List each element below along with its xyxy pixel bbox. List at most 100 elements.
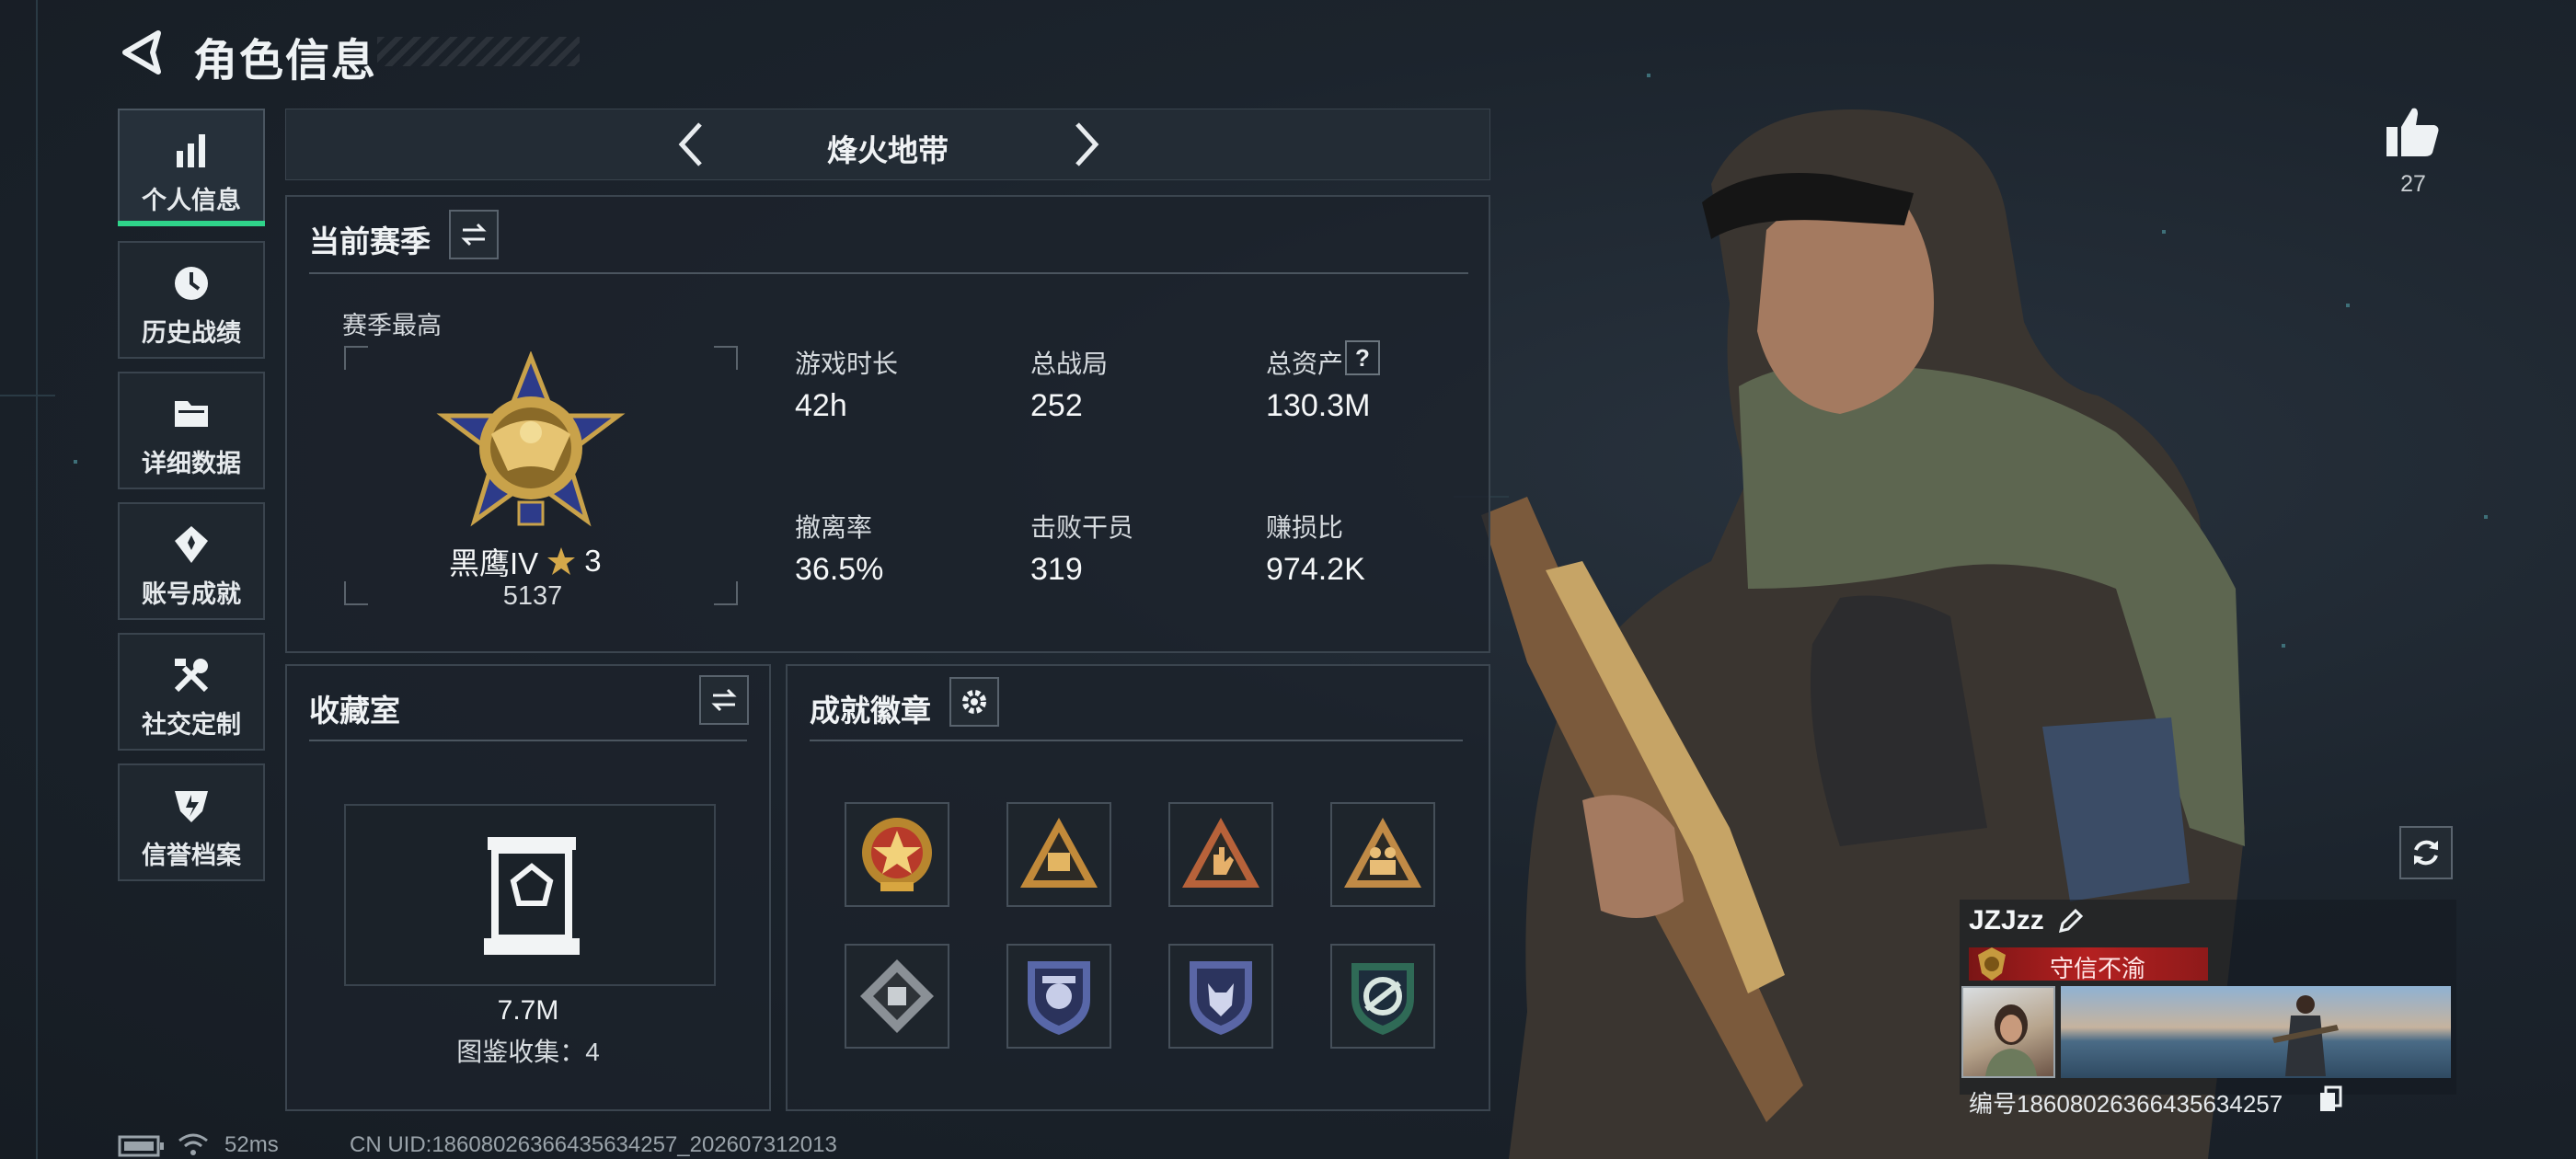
battery-icon [118, 1135, 164, 1157]
sidebar-item-social[interactable]: 社交定制 [118, 633, 265, 751]
card-figure [2272, 995, 2339, 1076]
achievement-icon [175, 526, 208, 563]
season-panel-title: 当前赛季 [309, 224, 431, 258]
stat-label: 总资产 [1266, 350, 1344, 378]
folder-icon [175, 401, 208, 427]
season-panel: 当前赛季 赛季最高 黑鹰IV 3 5137 游戏时长 42h 总战局 252 总… [285, 195, 1490, 653]
next-mode-arrow-icon[interactable] [1059, 119, 1110, 170]
sidebar-item-detailed-data[interactable]: 详细数据 [118, 372, 265, 489]
avatar-portrait [1985, 1004, 2037, 1076]
badge-star-medal[interactable] [845, 802, 949, 907]
star-medal-icon [862, 818, 932, 891]
triangle-58-icon [1020, 818, 1098, 888]
title-decoration [377, 37, 580, 66]
thumbs-up-icon[interactable] [2383, 103, 2442, 162]
stat-value: 252 [1030, 388, 1083, 423]
frame-corner [714, 346, 738, 370]
mode-selector: 烽火地带 [285, 109, 1490, 180]
sidebar-item-label: 个人信息 [142, 187, 241, 214]
divider [810, 740, 1463, 741]
stat-value: 319 [1030, 552, 1083, 587]
swap-icon [461, 223, 487, 247]
stat-value: 42h [795, 388, 847, 423]
frame-corner [714, 581, 738, 605]
collection-value: 7.7M [497, 995, 559, 1026]
wifi-icon [178, 1133, 208, 1155]
stat-label: 撤离率 [795, 513, 873, 542]
stat-value: 130.3M [1266, 388, 1371, 423]
star-icon [547, 547, 576, 575]
bar-chart-icon [177, 134, 205, 167]
police-shield-icon [1028, 961, 1090, 1035]
refresh-button[interactable] [2399, 826, 2453, 879]
badge-triangle-58[interactable] [1006, 802, 1111, 907]
season-best-label: 赛季最高 [342, 312, 442, 339]
collection-switch-button[interactable] [699, 675, 749, 725]
achievements-panel: 成就徽章 [786, 664, 1490, 1111]
like-count: 27 [2400, 171, 2426, 197]
rank-points: 5137 [502, 581, 563, 611]
badge-circle-arrow-shield[interactable] [1330, 944, 1435, 1049]
card-background-image[interactable] [2061, 986, 2451, 1078]
uid-text: CN UID:18608026366435634257_202607312013 [350, 1132, 837, 1157]
mode-title: 烽火地带 [827, 133, 949, 167]
diamond-badge-icon [860, 959, 934, 1033]
badge-wolf-shield[interactable] [1168, 944, 1273, 1049]
sidebar-item-label: 社交定制 [142, 711, 241, 739]
sidebar-item-reputation[interactable]: 信誉档案 [118, 763, 265, 881]
stat-value: 36.5% [795, 552, 884, 587]
stat-label: 游戏时长 [795, 350, 899, 378]
avatar[interactable] [1961, 986, 2055, 1078]
collection-panel-title: 收藏室 [309, 694, 400, 728]
rank-name: 黑鹰IV [449, 546, 539, 580]
collection-panel: 收藏室 7.7M 图鉴收集：4 [285, 664, 771, 1111]
badge-triangle-hand[interactable] [1168, 802, 1273, 907]
help-icon[interactable]: ? [1345, 340, 1380, 375]
triangle-figures-icon [1344, 818, 1421, 888]
stat-label: 赚损比 [1266, 513, 1344, 542]
rank-label: 黑鹰IV 3 [449, 539, 602, 583]
ping-value: 52ms [224, 1132, 279, 1157]
stat-label: 总战局 [1030, 350, 1109, 378]
back-arrow-icon[interactable] [118, 28, 167, 77]
sidebar-item-label: 详细数据 [142, 450, 241, 477]
swap-icon [711, 688, 737, 712]
rank-emblem-icon [436, 351, 626, 527]
sidebar-item-achievements[interactable]: 账号成就 [118, 502, 265, 620]
badge-police-shield[interactable] [1006, 944, 1111, 1049]
sidebar-item-history[interactable]: 历史战绩 [118, 241, 265, 359]
shield-icon [175, 791, 208, 822]
divider [309, 740, 747, 741]
tools-icon [174, 659, 209, 693]
player-id: 编号18608026366435634257 [1969, 1090, 2283, 1118]
sidebar-item-label: 信誉档案 [142, 842, 241, 869]
catalog-count: 图鉴收集：4 [456, 1038, 600, 1066]
triangle-hand-icon [1182, 818, 1259, 888]
edit-pencil-icon[interactable] [2057, 907, 2085, 935]
season-switch-button[interactable] [449, 210, 499, 259]
stat-label: 击败干员 [1030, 513, 1134, 542]
display-case-icon [484, 837, 580, 955]
badge-settings-button[interactable] [949, 677, 999, 727]
achievements-panel-title: 成就徽章 [810, 694, 931, 728]
stat-value: 974.2K [1266, 552, 1365, 587]
divider [309, 272, 1468, 274]
badge-diamond[interactable] [845, 944, 949, 1049]
rank-stars: 3 [584, 544, 602, 578]
frame-corner [344, 581, 368, 605]
refresh-icon [2414, 840, 2438, 866]
sidebar-item-personal-info[interactable]: 个人信息 [118, 109, 265, 226]
badge-triangle-figures[interactable] [1330, 802, 1435, 907]
gear-icon [962, 690, 986, 714]
collection-preview[interactable] [344, 804, 716, 986]
copy-icon[interactable] [2318, 1085, 2342, 1113]
player-name: JZJzz [1969, 905, 2044, 935]
circle-arrow-shield-icon [1351, 963, 1414, 1035]
sidebar-item-label: 历史战绩 [142, 319, 241, 347]
wolf-shield-icon [1190, 961, 1252, 1035]
frame-corner [344, 346, 368, 370]
page-title: 角色信息 [193, 37, 378, 86]
sidebar-item-label: 账号成就 [142, 580, 241, 608]
player-title: 守信不渝 [2049, 955, 2145, 982]
clock-icon [175, 267, 208, 300]
